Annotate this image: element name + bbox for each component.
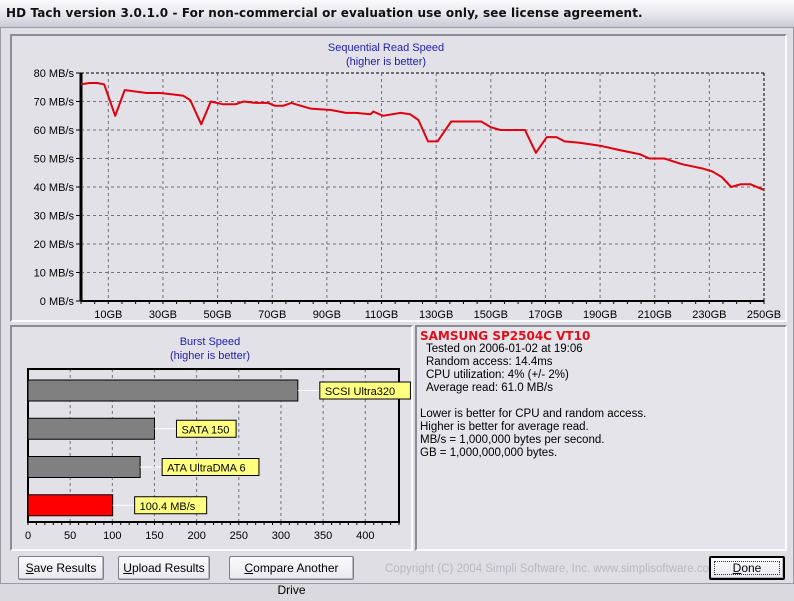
read-chart-y-axis: 0 MB/s 10 MB/s 20 MB/s 30 MB/s 40 MB/s 50 MB/… [34, 68, 83, 308]
y-tick-label: 10 MB/s [34, 268, 75, 280]
compare-label: ompare Another Drive [253, 561, 339, 597]
y-tick-label: 50 MB/s [34, 154, 75, 166]
save-label: ave Results [33, 561, 97, 575]
x-tick-label: 150 [145, 530, 163, 542]
x-tick-label: 200 [187, 530, 205, 542]
x-tick-label: 250GB [747, 309, 781, 320]
bar-label: SCSI Ultra320 [325, 386, 395, 398]
bar-label: SATA 150 [181, 424, 229, 436]
burst-chart-x-axis: 0 50 100 150 200 250 300 350 400 [25, 522, 400, 542]
current-drive-bar [27, 494, 114, 517]
read-chart-title: Sequential Read Speed [328, 42, 444, 54]
note-line: GB = 1,000,000,000 bytes. [420, 447, 558, 459]
x-tick-label: 150GB [474, 309, 508, 320]
compare-another-drive-button[interactable]: Compare Another Drive [229, 556, 354, 597]
burst-speed-panel: Burst Speed (higher is better) SCSI Ultr… [10, 325, 413, 551]
x-tick-label: 10GB [94, 309, 122, 320]
note-line: Lower is better for CPU and random acces… [420, 408, 647, 420]
focus-rect [714, 561, 780, 575]
bar-label: 100.4 MB/s [140, 501, 196, 513]
y-tick-label: 0 MB/s [40, 296, 75, 308]
x-tick-label: 190GB [583, 309, 617, 320]
y-tick-label: 60 MB/s [34, 125, 75, 137]
drive-info-text: SAMSUNG SP2504C VT10 Tested on 2006-01-0… [420, 330, 646, 460]
save-results-button[interactable]: Save Results [18, 556, 104, 580]
x-tick-label: 210GB [638, 309, 672, 320]
x-tick-label: 90GB [313, 309, 341, 320]
compare-hotkey: C [244, 561, 254, 575]
x-tick-label: 350 [314, 530, 332, 542]
bar-label: ATA UltraDMA 6 [167, 463, 245, 475]
reference-bar [27, 379, 299, 402]
x-tick-label: 300 [272, 530, 290, 542]
title-bar[interactable]: HD Tach version 3.0.1.0 - For non-commer… [0, 0, 794, 28]
copyright-text: Copyright (C) 2004 Simpli Software, Inc.… [385, 563, 719, 575]
drive-info-panel: SAMSUNG SP2504C VT10 Tested on 2006-01-0… [415, 325, 787, 551]
y-tick-label: 20 MB/s [34, 239, 75, 251]
burst-chart-title: Burst Speed [180, 336, 241, 348]
y-tick-label: 30 MB/s [34, 211, 75, 223]
x-tick-label: 170GB [528, 309, 562, 320]
main-window: Sequential Read Speed (higher is better)… [0, 28, 794, 597]
y-tick-label: 70 MB/s [34, 97, 75, 109]
burst-speed-chart: Burst Speed (higher is better) SCSI Ultr… [25, 336, 411, 542]
burst-chart-bars: SCSI Ultra320 SATA 150 ATA UltraDMA 6 100.4… [27, 379, 411, 517]
sequential-read-chart: Sequential Read Speed (higher is better)… [34, 42, 781, 321]
reference-bar [27, 456, 141, 478]
x-tick-label: 50 [64, 530, 76, 542]
sequential-read-panel: Sequential Read Speed (higher is better)… [10, 34, 787, 322]
reference-bar [27, 417, 155, 440]
x-tick-label: 110GB [365, 309, 398, 320]
upload-results-button[interactable]: Upload Results [118, 556, 210, 580]
x-tick-label: 230GB [692, 309, 726, 320]
cpu-utilization: CPU utilization: 4% (+/- 2%) [426, 369, 569, 381]
y-tick-label: 80 MB/s [34, 68, 75, 80]
x-tick-label: 100 [103, 530, 121, 542]
note-line: Higher is better for average read. [420, 421, 589, 433]
x-tick-label: 400 [356, 530, 374, 542]
x-tick-label: 250 [230, 530, 248, 542]
x-tick-label: 30GB [149, 309, 177, 320]
upload-label: pload Results [131, 561, 205, 575]
average-read: Average read: 61.0 MB/s [426, 382, 553, 394]
upload-hotkey: U [123, 561, 132, 575]
done-button[interactable]: Done [709, 556, 785, 580]
read-speed-line [80, 82, 765, 191]
y-tick-label: 40 MB/s [34, 182, 75, 194]
window-title: HD Tach version 3.0.1.0 - For non-commer… [6, 6, 643, 20]
save-hotkey: S [25, 561, 34, 575]
x-tick-label: 70GB [258, 309, 286, 320]
drive-name: SAMSUNG SP2504C VT10 [420, 329, 591, 343]
read-chart-x-axis: 10GB 30GB 50GB 70GB 90GB 110GB 130GB 150GB 170GB… [80, 300, 781, 321]
read-chart-grid [81, 72, 765, 301]
note-line: MB/s = 1,000,000 bytes per second. [420, 434, 605, 446]
random-access: Random access: 14.4ms [426, 356, 553, 368]
burst-chart-subtitle: (higher is better) [170, 350, 250, 362]
read-chart-subtitle: (higher is better) [346, 56, 426, 68]
tested-on: Tested on 2006-01-02 at 19:06 [426, 343, 583, 355]
x-tick-label: 50GB [204, 309, 232, 320]
x-tick-label: 130GB [419, 309, 453, 320]
x-tick-label: 0 [25, 530, 31, 542]
